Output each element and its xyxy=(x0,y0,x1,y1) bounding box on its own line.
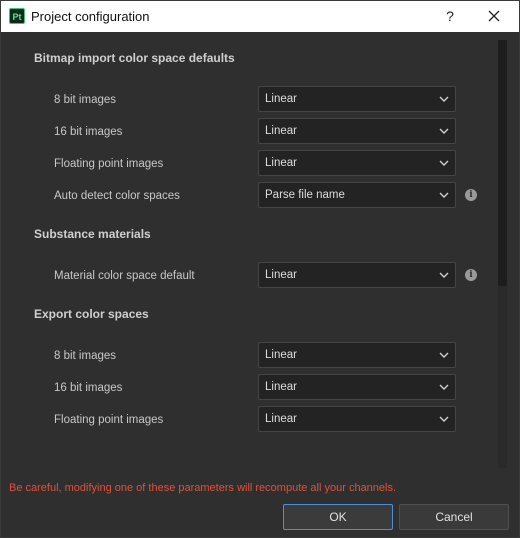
app-logo-icon: Pt xyxy=(9,8,25,24)
title-bar: Pt Project configuration ? xyxy=(1,1,519,32)
bitmap-8bit-select[interactable]: Linear xyxy=(258,86,456,112)
select-value: Linear xyxy=(265,349,297,361)
bitmap-8bit-label: 8 bit images xyxy=(54,94,117,106)
chevron-down-icon xyxy=(439,416,449,422)
project-configuration-dialog: Pt Project configuration ? Bitmap import… xyxy=(0,0,520,538)
section-title-bitmap: Bitmap import color space defaults xyxy=(34,51,235,65)
material-color-space-select[interactable]: Linear xyxy=(258,262,456,288)
export-8bit-label: 8 bit images xyxy=(54,350,117,362)
auto-detect-label: Auto detect color spaces xyxy=(54,190,180,202)
info-icon[interactable]: i xyxy=(465,189,477,201)
warning-message: Be careful, modifying one of these param… xyxy=(9,482,397,494)
help-button[interactable]: ? xyxy=(437,3,463,29)
section-title-substance: Substance materials xyxy=(34,227,151,241)
select-value: Linear xyxy=(265,93,297,105)
export-16bit-label: 16 bit images xyxy=(54,382,123,394)
chevron-down-icon xyxy=(439,352,449,358)
export-float-label: Floating point images xyxy=(54,414,164,426)
select-value: Linear xyxy=(265,413,297,425)
bitmap-16bit-select[interactable]: Linear xyxy=(258,118,456,144)
section-title-export: Export color spaces xyxy=(34,307,149,321)
cancel-button[interactable]: Cancel xyxy=(399,504,509,530)
select-value: Linear xyxy=(265,269,297,281)
vertical-scrollbar[interactable] xyxy=(498,40,507,468)
select-value: Parse file name xyxy=(265,189,345,201)
chevron-down-icon xyxy=(439,128,449,134)
scrollbar-thumb[interactable] xyxy=(498,40,507,286)
export-16bit-select[interactable]: Linear xyxy=(258,374,456,400)
bitmap-16bit-label: 16 bit images xyxy=(54,126,123,138)
window-title: Project configuration xyxy=(31,9,150,24)
close-icon xyxy=(488,10,500,22)
chevron-down-icon xyxy=(439,96,449,102)
info-icon[interactable]: i xyxy=(465,269,477,281)
bitmap-float-label: Floating point images xyxy=(54,158,164,170)
select-value: Linear xyxy=(265,157,297,169)
auto-detect-select[interactable]: Parse file name xyxy=(258,182,456,208)
chevron-down-icon xyxy=(439,272,449,278)
select-value: Linear xyxy=(265,381,297,393)
material-color-space-label: Material color space default xyxy=(54,270,195,282)
chevron-down-icon xyxy=(439,384,449,390)
close-button[interactable] xyxy=(481,3,507,29)
select-value: Linear xyxy=(265,125,297,137)
bitmap-float-select[interactable]: Linear xyxy=(258,150,456,176)
ok-button[interactable]: OK xyxy=(283,504,393,530)
export-float-select[interactable]: Linear xyxy=(258,406,456,432)
chevron-down-icon xyxy=(439,192,449,198)
chevron-down-icon xyxy=(439,160,449,166)
export-8bit-select[interactable]: Linear xyxy=(258,342,456,368)
settings-panel: Bitmap import color space defaults 8 bit… xyxy=(1,32,519,472)
